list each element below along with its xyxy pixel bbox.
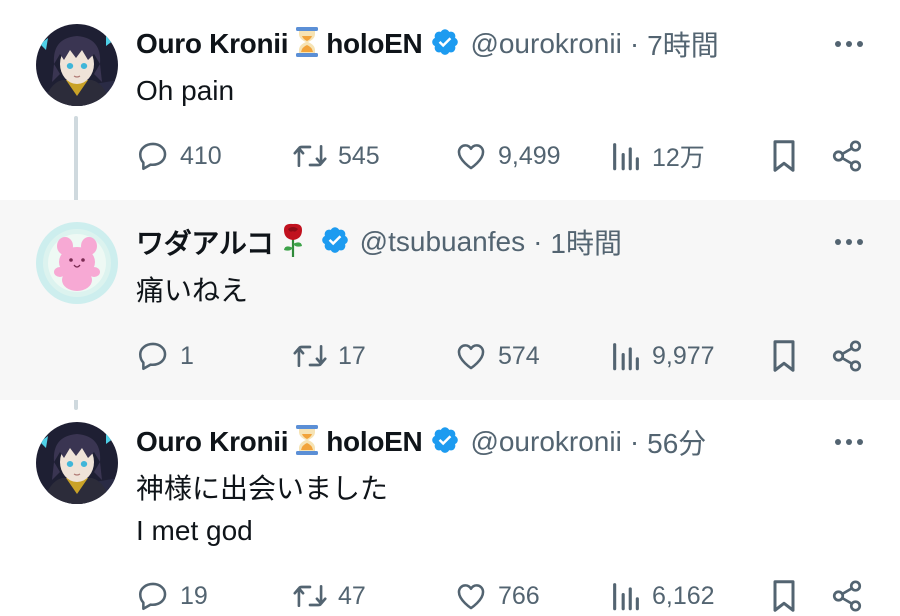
action-bar: 410 545 9,499 12万 <box>136 136 876 176</box>
views-button[interactable]: 9,977 <box>610 336 715 376</box>
tweet-text-line: 神様に出会いました <box>136 473 389 504</box>
tweet-text-line: 痛いねえ <box>136 275 249 306</box>
retweet-icon <box>292 139 328 173</box>
retweet-icon <box>292 339 328 373</box>
timestamp[interactable]: 7時間 <box>647 24 719 64</box>
share-button[interactable] <box>830 576 864 616</box>
reply-count: 19 <box>180 581 208 610</box>
tweet-header: Ouro Kronii holoEN @ourokronii · 56分 <box>136 422 706 462</box>
reply-icon <box>136 339 170 373</box>
share-icon <box>830 139 864 173</box>
bookmark-button[interactable] <box>768 576 800 616</box>
tweet-text-line: Oh pain <box>136 75 235 106</box>
tweet-text-line: I met god <box>136 515 253 546</box>
like-count: 766 <box>498 581 540 610</box>
analytics-icon <box>610 579 642 613</box>
reply-count: 410 <box>180 141 222 170</box>
handle-link[interactable]: @ourokronii <box>470 28 621 60</box>
retweet-count: 17 <box>338 341 366 370</box>
bookmark-button[interactable] <box>768 336 800 376</box>
handle-link[interactable]: @ourokronii <box>470 426 621 458</box>
retweet-count: 545 <box>338 141 380 170</box>
share-button[interactable] <box>830 136 864 176</box>
like-button[interactable]: 9,499 <box>454 136 561 176</box>
more-options-icon[interactable] <box>832 425 866 459</box>
like-count: 9,499 <box>498 141 561 170</box>
heart-icon <box>454 579 488 613</box>
reply-button[interactable]: 19 <box>136 576 208 616</box>
like-button[interactable]: 766 <box>454 576 540 616</box>
handle-link[interactable]: @tsubuanfes <box>360 226 525 258</box>
tweet-3[interactable]: Ouro Kronii holoEN @ourokronii · 56分 神様に… <box>0 400 900 616</box>
action-bar: 1 17 574 9,977 <box>136 336 876 376</box>
separator-dot: · <box>629 28 640 59</box>
share-icon <box>830 339 864 373</box>
retweet-button[interactable]: 545 <box>292 136 380 176</box>
tweet-text: Oh pain <box>136 70 234 112</box>
verified-badge-icon <box>430 27 460 62</box>
reply-icon <box>136 579 170 613</box>
bookmark-icon <box>768 578 800 614</box>
more-options-icon[interactable] <box>832 225 866 259</box>
affiliation: holoEN <box>326 426 423 457</box>
share-icon <box>830 579 864 613</box>
analytics-icon <box>610 139 642 173</box>
timestamp[interactable]: 1時間 <box>550 222 622 262</box>
verified-badge-icon <box>320 225 350 260</box>
analytics-icon <box>610 339 642 373</box>
hourglass-icon <box>294 26 320 63</box>
views-button[interactable]: 6,162 <box>610 576 715 616</box>
display-name[interactable]: ワダアルコ <box>136 222 274 262</box>
tweet-text: 痛いねえ <box>136 270 248 312</box>
retweet-button[interactable]: 17 <box>292 336 366 376</box>
separator-dot: · <box>629 426 640 457</box>
hourglass-icon <box>294 424 320 461</box>
avatar[interactable] <box>36 422 118 504</box>
rose-icon <box>280 222 306 263</box>
avatar[interactable] <box>36 24 118 106</box>
views-count: 9,977 <box>652 341 715 370</box>
affiliation: holoEN <box>326 28 423 59</box>
display-name[interactable]: Ouro Kronii <box>136 426 289 458</box>
reply-count: 1 <box>180 341 194 370</box>
action-bar: 19 47 766 6,162 <box>136 576 876 616</box>
retweet-icon <box>292 579 328 613</box>
views-count: 6,162 <box>652 581 715 610</box>
bookmark-icon <box>768 338 800 374</box>
share-button[interactable] <box>830 336 864 376</box>
like-button[interactable]: 574 <box>454 336 540 376</box>
heart-icon <box>454 139 488 173</box>
retweet-button[interactable]: 47 <box>292 576 366 616</box>
avatar[interactable] <box>36 222 118 304</box>
verified-badge-icon <box>430 425 460 460</box>
views-count: 12万 <box>652 144 705 172</box>
more-options-icon[interactable] <box>832 27 866 61</box>
views-button[interactable]: 12万 <box>610 136 705 176</box>
reply-icon <box>136 139 170 173</box>
timestamp[interactable]: 56分 <box>647 422 706 462</box>
reply-button[interactable]: 410 <box>136 136 222 176</box>
like-count: 574 <box>498 341 540 370</box>
tweet-text: 神様に出会いました I met god <box>136 468 388 552</box>
heart-icon <box>454 339 488 373</box>
tweet-1[interactable]: Ouro Kronii holoEN @ourokronii · 7時間 Oh … <box>0 0 900 200</box>
tweet-header: Ouro Kronii holoEN @ourokronii · 7時間 <box>136 24 719 64</box>
tweet-2[interactable]: ワダアルコ @tsubuanfes · 1時間 痛いねえ 1 17 574 9,… <box>0 200 900 400</box>
display-name[interactable]: Ouro Kronii <box>136 28 289 60</box>
tweet-header: ワダアルコ @tsubuanfes · 1時間 <box>136 222 622 262</box>
separator-dot: · <box>533 226 543 257</box>
reply-button[interactable]: 1 <box>136 336 194 376</box>
bookmark-icon <box>768 138 800 174</box>
retweet-count: 47 <box>338 581 366 610</box>
bookmark-button[interactable] <box>768 136 800 176</box>
